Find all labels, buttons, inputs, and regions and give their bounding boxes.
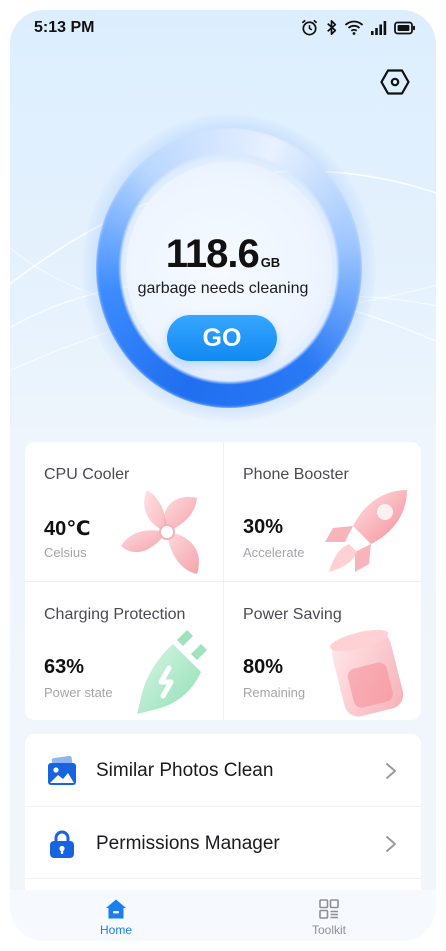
feature-value: 80%: [243, 656, 284, 678]
feature-title: Power Saving: [243, 606, 342, 623]
feature-title: Charging Protection: [44, 606, 186, 623]
battery-icon: [394, 21, 415, 34]
cpu-cooler-card[interactable]: CPU Cooler 40℃ Celsius: [25, 442, 223, 581]
photos-icon: [48, 756, 76, 785]
garbage-size-unit: GB: [260, 255, 281, 270]
chevron-right-icon: [386, 836, 396, 852]
wifi-icon: [344, 20, 364, 35]
feature-grid: CPU Cooler 40℃ Celsius Phone Booster 30%: [25, 442, 421, 720]
feature-subtitle: Power state: [44, 685, 113, 700]
status-time: 5:13 PM: [34, 19, 95, 36]
charger-plug-icon: [137, 630, 207, 714]
rocket-icon: [325, 490, 407, 572]
feature-subtitle: Accelerate: [243, 545, 305, 560]
status-icons: [300, 18, 416, 37]
row-label: Permissions Manager: [96, 833, 280, 854]
nav-toolkit[interactable]: Toolkit: [284, 897, 374, 937]
fan-icon: [121, 490, 199, 574]
feature-subtitle: Remaining: [243, 685, 306, 700]
battery-cup-icon: [330, 629, 404, 717]
feature-value: 30%: [243, 516, 284, 538]
feature-title: Phone Booster: [243, 466, 349, 483]
feature-value: 63%: [44, 656, 85, 678]
feature-title: CPU Cooler: [44, 466, 130, 483]
feature-subtitle: Celsius: [44, 545, 87, 560]
bluetooth-icon: [327, 19, 337, 36]
permissions-manager-row[interactable]: Permissions Manager: [25, 806, 421, 878]
alarm-icon: [301, 19, 318, 36]
lock-icon: [50, 830, 74, 858]
phone-booster-card[interactable]: Phone Booster 30% Accelerate: [223, 442, 421, 581]
nav-label: Home: [99, 923, 132, 937]
feature-value: 40℃: [44, 518, 91, 540]
grid-icon: [319, 899, 339, 919]
chevron-right-icon: [386, 763, 396, 779]
garbage-caption: garbage needs cleaning: [137, 280, 309, 297]
phone-screen: 5:13 PM 118.6 GB garbage needs cleaning …: [10, 10, 436, 941]
garbage-size: 118.6 GB: [10, 232, 436, 277]
nav-label: Toolkit: [311, 923, 346, 937]
go-button[interactable]: GO: [167, 315, 277, 361]
signal-icon: [371, 20, 387, 35]
similar-photos-clean-row[interactable]: Similar Photos Clean: [25, 734, 421, 806]
row-label: Similar Photos Clean: [96, 760, 274, 781]
bottom-nav: Home Toolkit: [10, 890, 436, 941]
garbage-size-value: 118.6: [165, 232, 260, 276]
status-bar: 5:13 PM: [10, 10, 436, 46]
power-saving-card[interactable]: Power Saving 80% Remaining: [223, 581, 421, 720]
nav-home[interactable]: Home: [71, 897, 161, 937]
home-icon: [106, 899, 126, 919]
charging-protection-card[interactable]: Charging Protection 63% Power state: [25, 581, 223, 720]
